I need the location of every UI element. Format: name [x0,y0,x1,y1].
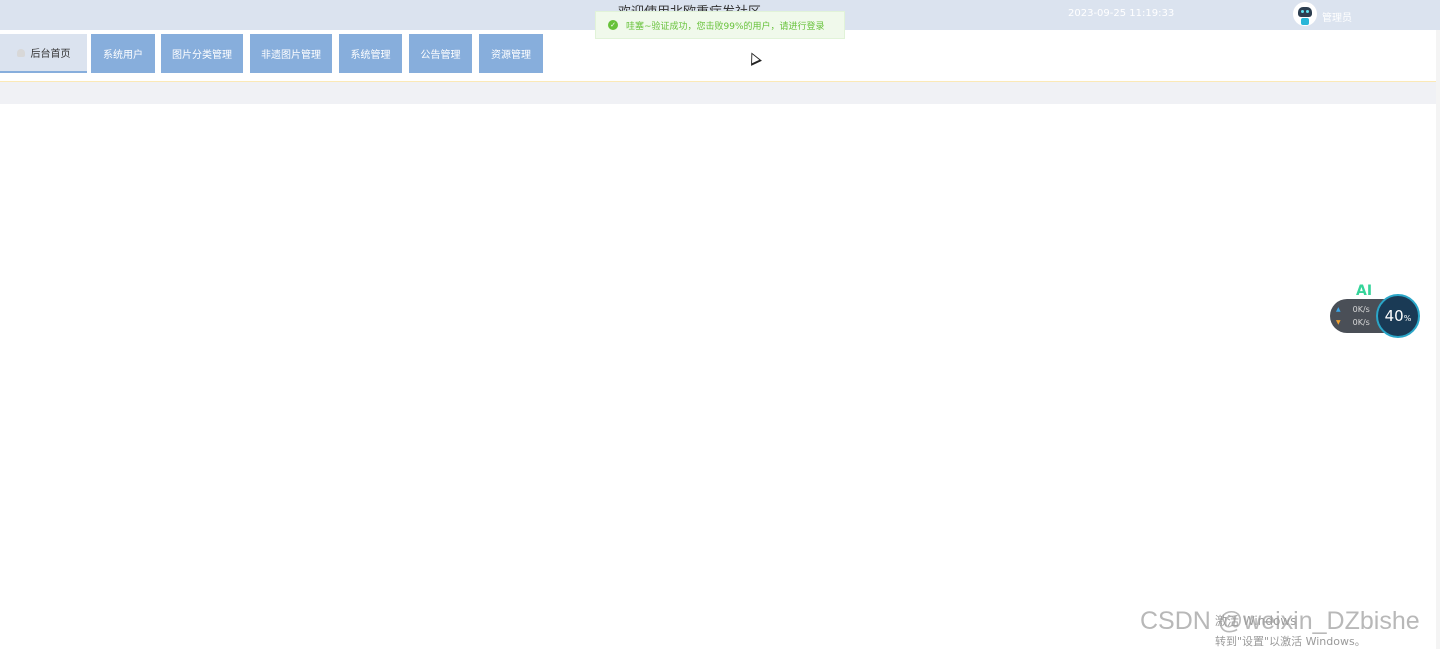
robot-avatar-icon [1298,7,1312,17]
admin-username[interactable]: 管理员 [1322,9,1352,24]
download-speed-row: ▼ 0K/s [1336,318,1370,327]
download-speed: 0K/s [1352,318,1370,327]
nav-system-manage[interactable]: 系统管理 [339,34,402,73]
robot-body-icon [1301,18,1309,25]
nav-announcements-label: 公告管理 [420,50,461,61]
nav-system-users[interactable]: 系统用户 [91,34,155,73]
nav-announcements[interactable]: 公告管理 [409,34,472,73]
upload-speed: 0K/s [1352,305,1370,314]
nav-home-label: 后台首页 [30,49,71,60]
upload-speed-row: ▲ 0K/s [1336,305,1370,314]
success-toast: ✓ 哇塞~验证成功，您击败99%的用户，请进行登录 [595,11,845,39]
page-scrollbar[interactable] [1436,30,1440,649]
ai-label: AI [1356,283,1373,299]
nav-resources-label: 资源管理 [491,50,531,61]
current-datetime: 2023-09-25 11:19:33 [1068,8,1175,19]
nav-image-category-label: 图片分类管理 [172,50,232,61]
upload-arrow-icon: ▲ [1336,306,1341,313]
nav-image-category[interactable]: 图片分类管理 [161,34,243,73]
gauge-percent-sign: % [1403,313,1412,323]
content-header-strip [0,82,1440,104]
nav-resources[interactable]: 资源管理 [479,34,543,73]
memory-gauge[interactable]: 40 % [1376,294,1420,338]
network-speed-widget[interactable]: AI ▲ 0K/s ▼ 0K/s 40 % [1330,283,1422,339]
nav-system-manage-label: 系统管理 [350,50,391,61]
gauge-percent: 40 [1384,307,1404,325]
nav-heritage-images-label: 非遗图片管理 [261,50,321,61]
check-circle-icon: ✓ [608,20,618,30]
csdn-watermark: CSDN @weixin_DZbishe [1140,607,1420,635]
nav-home[interactable]: 后台首页 [0,34,87,73]
nav-system-users-label: 系统用户 [103,50,143,61]
toast-message: 哇塞~验证成功，您击败99%的用户，请进行登录 [626,21,825,32]
admin-avatar[interactable] [1293,2,1317,26]
download-arrow-icon: ▼ [1336,319,1341,326]
home-icon [16,48,25,57]
nav-heritage-images[interactable]: 非遗图片管理 [250,34,332,73]
